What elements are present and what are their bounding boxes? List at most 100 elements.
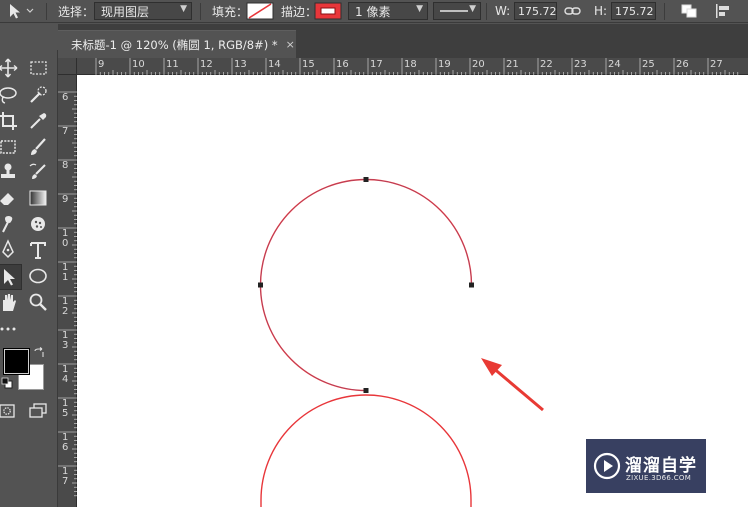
ruler-label: 22 <box>540 59 553 70</box>
ellipse-shape[interactable] <box>260 394 472 501</box>
history-brush-icon <box>29 163 46 179</box>
ruler-label: 26 <box>676 59 689 70</box>
quick-mask-button[interactable] <box>0 399 19 423</box>
anchor-point[interactable] <box>469 282 474 288</box>
select-dropdown[interactable]: 现用图层 ▼ <box>94 2 192 20</box>
ruler-label: 1 0 <box>62 228 69 249</box>
quick-mask-icon <box>0 404 15 418</box>
blur-tool[interactable] <box>26 212 50 236</box>
edit-toolbar-button[interactable] <box>0 317 20 341</box>
ruler-origin[interactable] <box>58 58 77 75</box>
stroke-swatch[interactable] <box>314 0 342 22</box>
screen-mode-button[interactable] <box>26 399 50 423</box>
default-colors-button[interactable] <box>1 377 13 389</box>
zoom-tool[interactable] <box>26 290 50 314</box>
stroke-label: 描边： <box>281 4 318 19</box>
quick-select-tool[interactable] <box>26 83 50 107</box>
eraser-tool[interactable] <box>0 186 20 210</box>
swap-icon <box>34 347 44 357</box>
fill-swatch[interactable] <box>246 0 274 22</box>
height-label: H: <box>594 4 608 18</box>
hand-tool[interactable] <box>0 290 20 314</box>
anchor-point[interactable] <box>258 282 263 288</box>
ruler-label: 13 <box>234 59 247 70</box>
sponge-icon <box>31 217 45 231</box>
crop-icon <box>0 112 17 130</box>
stroke-type-dropdown[interactable]: ▼ <box>433 2 481 20</box>
crop-tool[interactable] <box>0 109 20 133</box>
stroke-width-field[interactable]: 1 像素 ▼ <box>348 2 428 20</box>
frame-tool[interactable] <box>0 135 20 159</box>
smudge-tool[interactable] <box>0 212 20 236</box>
marquee-tool[interactable] <box>26 56 50 80</box>
anchor-point[interactable] <box>363 388 369 393</box>
ruler-label: 11 <box>166 59 179 70</box>
ruler-label: 1 4 <box>62 364 69 385</box>
tool-preset-picker[interactable] <box>6 0 36 22</box>
annotation-arrow <box>481 358 544 412</box>
path-alignment-button[interactable] <box>714 0 734 22</box>
ellipse-path[interactable] <box>259 178 473 392</box>
ruler-label: 10 <box>132 59 145 70</box>
path-operations-button[interactable] <box>680 0 700 22</box>
play-logo-icon <box>593 452 621 480</box>
height-input[interactable]: 175.72 像素 <box>611 2 656 20</box>
separator <box>664 3 665 20</box>
ruler-label: 14 <box>268 59 281 70</box>
foreground-color-swatch[interactable] <box>3 348 30 375</box>
history-brush-tool[interactable] <box>26 160 50 184</box>
fill-label: 填充： <box>212 4 249 19</box>
anchor-point[interactable] <box>363 177 369 182</box>
ruler-label: 12 <box>200 59 213 70</box>
chevron-down-icon: ▼ <box>180 4 187 14</box>
options-bar: 选择： 现用图层 ▼ 填充： 描边： 1 像素 ▼ ▼ W: 175.72 像素 <box>0 0 748 23</box>
width-input[interactable]: 175.72 像素 <box>514 2 557 20</box>
ruler-label: 16 <box>336 59 349 70</box>
select-value: 现用图层 <box>101 4 150 19</box>
document-tab-bar: 未标题-1 @ 120% (椭圆 1, RGB/8#) * × <box>58 24 748 58</box>
brush-icon <box>31 138 46 155</box>
path-select-icon <box>10 4 34 19</box>
link-dimensions-button[interactable] <box>564 0 582 22</box>
ellipse-tool[interactable] <box>26 264 50 288</box>
gradient-icon <box>29 190 47 206</box>
chevron-down-icon: ▼ <box>416 4 423 14</box>
frame-icon <box>0 140 16 154</box>
document-tab-title: 未标题-1 @ 120% (椭圆 1, RGB/8#) * <box>71 37 278 52</box>
lasso-tool[interactable] <box>0 83 20 107</box>
horizontal-ruler[interactable]: 9 10 11 12 13 14 15 16 17 18 19 20 21 22 23 24 25 26 27 <box>58 58 748 75</box>
ruler-label: 1 5 <box>62 398 69 419</box>
more-icon <box>0 327 16 331</box>
ruler-label: 7 <box>62 126 69 137</box>
stroke-width-value: 1 像素 <box>355 4 391 19</box>
screen-mode-icon <box>29 403 47 418</box>
watermark-title: 溜溜自学 <box>625 456 697 476</box>
move-tool[interactable] <box>0 56 20 80</box>
gradient-tool[interactable] <box>26 186 50 210</box>
eyedropper-tool[interactable] <box>26 109 50 133</box>
ellipse-icon <box>29 268 47 284</box>
pen-tool[interactable] <box>0 238 20 262</box>
ruler-label: 15 <box>302 59 315 70</box>
vertical-ruler[interactable]: 6 7 8 9 1 0 1 1 1 2 1 3 1 4 1 5 1 6 1 7 <box>58 75 77 507</box>
ruler-label: 18 <box>404 59 417 70</box>
ruler-label: 24 <box>608 59 621 70</box>
eraser-icon <box>0 193 14 205</box>
separator <box>46 3 47 20</box>
ruler-label: 1 1 <box>62 262 69 283</box>
path-select-icon <box>4 269 15 286</box>
text-tool[interactable] <box>26 238 50 262</box>
move-icon <box>0 58 18 78</box>
document-tab[interactable]: 未标题-1 @ 120% (椭圆 1, RGB/8#) * × <box>58 30 296 58</box>
brush-tool[interactable] <box>26 135 50 159</box>
ruler-label: 1 3 <box>62 330 69 351</box>
stamp-tool[interactable] <box>0 160 20 184</box>
separator <box>200 3 201 20</box>
ruler-label: 1 2 <box>62 296 69 317</box>
ruler-label: 9 <box>98 59 105 70</box>
close-icon[interactable]: × <box>286 38 295 51</box>
swap-colors-button[interactable] <box>33 347 45 359</box>
ruler-label: 17 <box>370 59 383 70</box>
ruler-label: 8 <box>62 160 69 171</box>
path-selection-tool[interactable] <box>0 264 22 290</box>
